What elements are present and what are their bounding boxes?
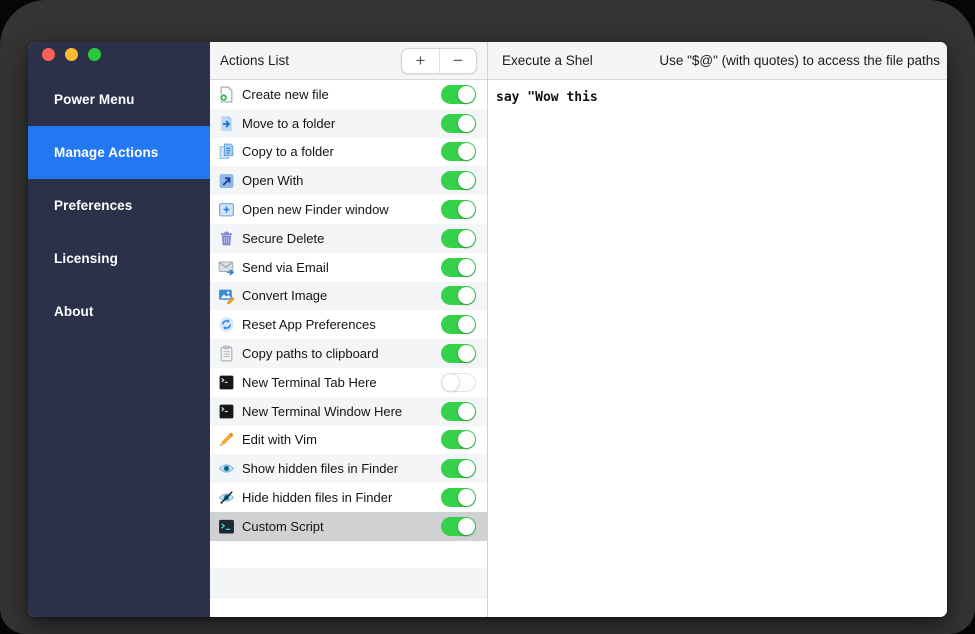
action-label: Move to a folder (242, 116, 441, 131)
sidebar-item-label: About (54, 304, 93, 319)
action-row[interactable]: New Terminal Tab Here (210, 368, 487, 397)
action-row[interactable]: Show hidden files in Finder (210, 454, 487, 483)
list-empty-space (210, 541, 487, 568)
action-row[interactable]: Secure Delete (210, 224, 487, 253)
action-toggle[interactable] (441, 171, 476, 190)
detail-hint: Use "$@" (with quotes) to access the fil… (659, 53, 940, 68)
sidebar-item-manage-actions[interactable]: Manage Actions (28, 126, 210, 179)
action-label: Convert Image (242, 288, 441, 303)
action-label: Copy paths to clipboard (242, 346, 441, 361)
zoom-button[interactable] (88, 48, 101, 61)
list-empty-row-band (210, 568, 487, 599)
action-toggle[interactable] (441, 315, 476, 334)
eye-slash-icon (218, 489, 235, 506)
action-toggle[interactable] (441, 430, 476, 449)
action-toggle[interactable] (441, 200, 476, 219)
action-label: Create new file (242, 87, 441, 102)
action-row[interactable]: Create new file (210, 80, 487, 109)
sidebar-item-about[interactable]: About (28, 285, 210, 338)
minimize-button[interactable] (65, 48, 78, 61)
reset-preferences-icon (218, 316, 235, 333)
terminal-icon (218, 374, 235, 391)
sidebar-item-label: Power Menu (54, 92, 135, 107)
new-file-icon (218, 86, 235, 103)
script-text: say "Wow this (496, 90, 598, 105)
actions-panel: Actions List + − Create new file Move to… (210, 42, 488, 617)
remove-action-button[interactable]: − (439, 49, 476, 73)
pencil-icon (218, 431, 235, 448)
script-editor[interactable]: say "Wow this (488, 80, 947, 617)
add-action-button[interactable]: + (402, 49, 439, 73)
action-label: New Terminal Window Here (242, 404, 441, 419)
sidebar-item-label: Licensing (54, 251, 118, 266)
action-row[interactable]: Convert Image (210, 282, 487, 311)
detail-panel: Execute a Shel Use "$@" (with quotes) to… (488, 42, 947, 617)
custom-script-icon (218, 518, 235, 535)
move-to-folder-icon (218, 115, 235, 132)
action-toggle[interactable] (441, 286, 476, 305)
copy-to-folder-icon (218, 143, 235, 160)
detail-title: Execute a Shel (502, 53, 593, 68)
actions-list: Create new file Move to a folder Copy to… (210, 80, 487, 541)
action-row[interactable]: Copy to a folder (210, 138, 487, 167)
action-label: Open With (242, 173, 441, 188)
eye-icon (218, 460, 235, 477)
action-toggle[interactable] (441, 142, 476, 161)
sidebar-item-power-menu[interactable]: Power Menu (28, 73, 210, 126)
action-row[interactable]: Hide hidden files in Finder (210, 483, 487, 512)
action-label: New Terminal Tab Here (242, 375, 441, 390)
action-row[interactable]: Open With (210, 166, 487, 195)
action-row[interactable]: Custom Script (210, 512, 487, 541)
action-label: Hide hidden files in Finder (242, 490, 441, 505)
new-finder-window-icon (218, 201, 235, 218)
action-row[interactable]: New Terminal Window Here (210, 397, 487, 426)
list-empty-space-bottom (210, 599, 487, 617)
action-label: Secure Delete (242, 231, 441, 246)
sidebar-item-licensing[interactable]: Licensing (28, 232, 210, 285)
secure-delete-icon (218, 230, 235, 247)
detail-header: Execute a Shel Use "$@" (with quotes) to… (488, 42, 947, 80)
actions-list-title: Actions List (220, 53, 289, 68)
action-row[interactable]: Copy paths to clipboard (210, 339, 487, 368)
sidebar-nav: Power Menu Manage Actions Preferences Li… (28, 73, 210, 338)
actions-header: Actions List + − (210, 42, 487, 80)
clipboard-icon (218, 345, 235, 362)
sidebar-item-label: Preferences (54, 198, 132, 213)
action-toggle[interactable] (441, 114, 476, 133)
open-with-icon (218, 172, 235, 189)
action-toggle[interactable] (441, 373, 476, 392)
action-toggle[interactable] (441, 258, 476, 277)
sidebar-item-preferences[interactable]: Preferences (28, 179, 210, 232)
action-label: Copy to a folder (242, 144, 441, 159)
action-row[interactable]: Reset App Preferences (210, 310, 487, 339)
action-label: Send via Email (242, 260, 441, 275)
sidebar-item-label: Manage Actions (54, 145, 158, 160)
action-row[interactable]: Open new Finder window (210, 195, 487, 224)
terminal-icon (218, 403, 235, 420)
action-toggle[interactable] (441, 459, 476, 478)
action-label: Custom Script (242, 519, 441, 534)
action-toggle[interactable] (441, 344, 476, 363)
action-row[interactable]: Edit with Vim (210, 426, 487, 455)
page-background: Power Menu Manage Actions Preferences Li… (0, 0, 975, 634)
convert-image-icon (218, 287, 235, 304)
close-button[interactable] (42, 48, 55, 61)
action-toggle[interactable] (441, 488, 476, 507)
action-row[interactable]: Send via Email (210, 253, 487, 282)
add-remove-control: + − (401, 48, 477, 74)
app-window: Power Menu Manage Actions Preferences Li… (28, 42, 947, 617)
send-email-icon (218, 259, 235, 276)
action-label: Show hidden files in Finder (242, 461, 441, 476)
action-label: Open new Finder window (242, 202, 441, 217)
action-label: Reset App Preferences (242, 317, 441, 332)
action-toggle[interactable] (441, 85, 476, 104)
action-label: Edit with Vim (242, 432, 441, 447)
action-toggle[interactable] (441, 517, 476, 536)
sidebar: Power Menu Manage Actions Preferences Li… (28, 42, 210, 617)
traffic-lights (28, 42, 210, 61)
device-frame: Power Menu Manage Actions Preferences Li… (0, 0, 975, 634)
action-toggle[interactable] (441, 402, 476, 421)
action-toggle[interactable] (441, 229, 476, 248)
action-row[interactable]: Move to a folder (210, 109, 487, 138)
